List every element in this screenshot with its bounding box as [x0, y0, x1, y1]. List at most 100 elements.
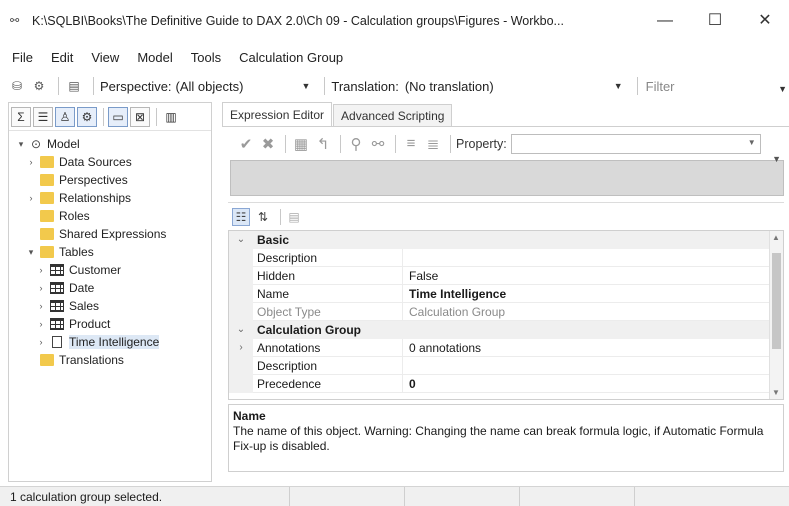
property-row[interactable]: Name Time Intelligence — [229, 285, 783, 303]
translation-label: Translation: — [331, 78, 399, 94]
collapsed-chevron-icon[interactable]: › — [25, 193, 37, 203]
property-value[interactable]: 0 — [403, 375, 783, 393]
maximize-button[interactable]: ☐ — [695, 6, 735, 36]
folder-icon — [40, 210, 54, 222]
tab-advanced-scripting[interactable]: Advanced Scripting — [333, 104, 453, 126]
menu-model[interactable]: Model — [137, 50, 172, 65]
expanded-chevron-icon[interactable]: ▾ — [25, 247, 37, 258]
toolbar-separator — [156, 107, 157, 126]
tree-item[interactable]: › Product — [9, 315, 211, 333]
property-category[interactable]: ⌄ Calculation Group — [229, 321, 783, 339]
minimize-button[interactable]: — — [645, 6, 685, 36]
tree-item[interactable]: › Date — [9, 279, 211, 297]
perspective-select[interactable]: (All objects) ▼ — [176, 79, 319, 94]
format-icon[interactable]: ▦ — [291, 135, 311, 153]
tree-item[interactable]: Perspectives — [9, 171, 211, 189]
tree-item-label: Perspectives — [59, 173, 128, 187]
property-row[interactable]: › Annotations 0 annotations — [229, 339, 783, 357]
collapsed-chevron-icon[interactable]: › — [35, 265, 47, 275]
tree-item-label: Translations — [59, 353, 124, 367]
collapse-icon[interactable]: ⌄ — [229, 231, 253, 249]
tree-item[interactable]: › Data Sources — [9, 153, 211, 171]
replace-icon[interactable]: ⚯ — [368, 135, 388, 153]
collapsed-chevron-icon[interactable]: › — [35, 301, 47, 311]
hidden-objects-icon[interactable]: ▭ — [108, 106, 128, 127]
property-pages-icon[interactable]: ▤ — [285, 208, 303, 226]
status-segment — [405, 487, 520, 506]
overflow-icon[interactable]: ▼ — [772, 154, 781, 164]
sort-alphabetical-icon[interactable]: ⇅ — [254, 208, 272, 226]
tree-item[interactable]: › Time Intelligence — [9, 333, 211, 351]
toolbar-separator — [93, 77, 94, 95]
property-value — [403, 321, 783, 339]
scroll-thumb[interactable] — [772, 253, 781, 349]
hierarchy-icon[interactable]: ♙ — [55, 106, 75, 127]
cancel-icon[interactable]: ✖ — [258, 135, 278, 153]
tree-item[interactable]: ▾ ⊙ Model — [9, 135, 211, 153]
tree-item[interactable]: Shared Expressions — [9, 225, 211, 243]
menu-calculation-group[interactable]: Calculation Group — [239, 50, 343, 65]
collapse-icon[interactable]: ⌄ — [229, 321, 253, 339]
property-category[interactable]: ⌄ Basic — [229, 231, 783, 249]
property-name: Basic — [257, 233, 290, 247]
deploy-icon[interactable]: ▤ — [65, 77, 83, 95]
table-icon — [50, 264, 64, 276]
comment-icon[interactable]: ≡ — [401, 135, 421, 152]
columns-icon[interactable]: ▥ — [161, 107, 181, 127]
sigma-icon[interactable]: Σ — [11, 106, 31, 127]
property-select[interactable]: ▼ — [510, 133, 761, 154]
chart-icon[interactable]: ⊠ — [130, 106, 150, 127]
folder-icon — [40, 192, 54, 204]
property-row[interactable]: Object Type Calculation Group — [229, 303, 783, 321]
property-value[interactable] — [403, 357, 783, 375]
row-margin — [229, 249, 253, 267]
property-name: Hidden — [253, 267, 403, 285]
scroll-up-icon[interactable]: ▲ — [772, 233, 780, 242]
tree-item[interactable]: Roles — [9, 207, 211, 225]
property-row[interactable]: Description — [229, 249, 783, 267]
collapsed-chevron-icon[interactable]: › — [25, 157, 37, 167]
tree-item[interactable]: › Customer — [9, 261, 211, 279]
tab-expression-editor[interactable]: Expression Editor — [222, 102, 333, 126]
tree-item[interactable]: ▾ Tables — [9, 243, 211, 261]
undo-icon[interactable]: ↰ — [313, 135, 333, 153]
translation-select[interactable]: (No translation) ▼ — [405, 79, 631, 94]
expand-icon[interactable]: › — [229, 339, 253, 357]
list-icon[interactable]: ☰ — [33, 106, 53, 127]
property-value: Calculation Group — [403, 303, 783, 321]
property-value[interactable]: Time Intelligence — [403, 285, 783, 303]
accept-icon[interactable]: ✔ — [236, 135, 256, 153]
grid-scrollbar[interactable]: ▲ ▼ — [769, 231, 783, 399]
menu-tools[interactable]: Tools — [191, 50, 221, 65]
categorized-icon[interactable]: ☷ — [232, 207, 250, 226]
property-row[interactable]: Precedence 0 — [229, 375, 783, 393]
tree-item[interactable]: › Relationships — [9, 189, 211, 207]
property-value[interactable]: 0 annotations — [403, 339, 783, 357]
property-value[interactable]: False — [403, 267, 783, 285]
open-icon[interactable]: ⛁ — [8, 77, 26, 95]
connect-icon[interactable]: ⚙ — [30, 77, 48, 95]
menu-edit[interactable]: Edit — [51, 50, 73, 65]
tree-item-label: Product — [69, 317, 111, 331]
scroll-down-icon[interactable]: ▼ — [772, 388, 780, 397]
expression-editor-box[interactable] — [230, 160, 784, 196]
property-row[interactable]: Description — [229, 357, 783, 375]
tree-item[interactable]: › Sales — [9, 297, 211, 315]
filter-input[interactable]: Filter — [646, 79, 675, 94]
collapsed-chevron-icon[interactable]: › — [35, 337, 47, 347]
collapsed-chevron-icon[interactable]: › — [35, 319, 47, 329]
find-icon[interactable]: ⚲ — [346, 135, 366, 153]
expanded-chevron-icon[interactable]: ▾ — [15, 139, 27, 150]
status-bar: 1 calculation group selected. — [0, 486, 789, 506]
menu-view[interactable]: View — [91, 50, 119, 65]
settings-icon[interactable]: ⚙ — [77, 106, 97, 127]
close-button[interactable]: ✕ — [745, 6, 785, 36]
menu-file[interactable]: File — [12, 50, 33, 65]
tree-item[interactable]: Translations — [9, 351, 211, 369]
property-value[interactable] — [403, 249, 783, 267]
collapsed-chevron-icon[interactable]: › — [35, 283, 47, 293]
property-row[interactable]: Hidden False — [229, 267, 783, 285]
toolbar-separator — [450, 134, 451, 153]
overflow-icon[interactable]: ▼ — [778, 84, 787, 94]
uncomment-icon[interactable]: ≣ — [423, 135, 443, 153]
